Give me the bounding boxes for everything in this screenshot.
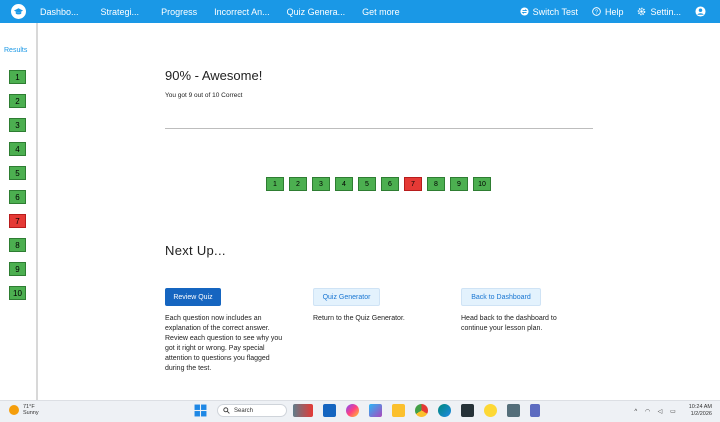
question-button-6[interactable]: 6 <box>381 177 399 191</box>
back-to-dashboard-button[interactable]: Back to Dashboard <box>461 288 541 306</box>
settings-label: Settin... <box>650 6 681 17</box>
question-navigator: 1 2 3 4 5 6 7 8 9 10 <box>266 177 496 191</box>
file-explorer-icon[interactable] <box>392 404 405 417</box>
sidebar-question-2[interactable]: 2 <box>9 94 26 108</box>
tray-icons[interactable]: ^ ◠ ◁ ▭ <box>634 408 678 415</box>
copilot-icon[interactable] <box>346 404 359 417</box>
calculator-icon[interactable] <box>530 404 540 417</box>
system-tray: ^ ◠ ◁ ▭ 10:24 AM 1/2/2026 <box>634 404 712 418</box>
paint-icon[interactable] <box>369 404 382 417</box>
review-quiz-description: Each question now includes an explanatio… <box>165 315 283 372</box>
switch-test-button[interactable]: Switch Test <box>520 7 578 17</box>
search-placeholder: Search <box>234 407 254 414</box>
clock[interactable]: 10:24 AM 1/2/2026 <box>689 404 712 418</box>
question-button-2[interactable]: 2 <box>289 177 307 191</box>
weather-condition: Sunny <box>23 410 39 416</box>
score-title: 90% - Awesome! <box>165 68 263 83</box>
score-subtitle: You got 9 out of 10 Correct <box>165 92 243 99</box>
review-quiz-button[interactable]: Review Quiz <box>165 288 221 306</box>
sidebar-question-10[interactable]: 10 <box>9 286 26 300</box>
task-view-icon[interactable] <box>323 404 336 417</box>
nav-incorrect-answers[interactable]: Incorrect An... <box>214 7 270 17</box>
dashboard-description: Head back to the dashboard to continue y… <box>461 315 557 332</box>
taskbar-search[interactable]: Search <box>217 404 287 417</box>
app-logo-icon[interactable] <box>11 4 26 19</box>
nav-dashboard[interactable]: Dashbo... <box>40 7 79 17</box>
switch-test-label: Switch Test <box>532 6 578 17</box>
sun-icon <box>9 405 19 415</box>
sidebar-title: Results <box>4 47 28 54</box>
user-avatar-icon[interactable] <box>695 6 706 17</box>
sidebar-question-9[interactable]: 9 <box>9 262 26 276</box>
chrome-icon[interactable] <box>415 404 428 417</box>
terminal-icon[interactable] <box>461 404 474 417</box>
help-icon: ? <box>592 7 601 16</box>
divider <box>165 128 593 129</box>
question-button-7[interactable]: 7 <box>404 177 422 191</box>
quiz-generator-description: Return to the Quiz Generator. <box>313 315 405 322</box>
sidebar-question-5[interactable]: 5 <box>9 166 26 180</box>
question-button-3[interactable]: 3 <box>312 177 330 191</box>
sidebar-question-3[interactable]: 3 <box>9 118 26 132</box>
question-button-8[interactable]: 8 <box>427 177 445 191</box>
widgets-icon[interactable] <box>293 404 313 417</box>
question-button-9[interactable]: 9 <box>450 177 468 191</box>
os-taskbar: 71°F Sunny Search ^ ◠ ◁ ▭ 10:24 AM 1/2/2… <box>0 400 720 422</box>
nav-progress[interactable]: Progress <box>161 7 197 17</box>
results-sidebar: Results 1 2 3 4 5 6 7 8 9 10 <box>0 23 38 400</box>
sidebar-question-6[interactable]: 6 <box>9 190 26 204</box>
quiz-generator-button[interactable]: Quiz Generator <box>313 288 380 306</box>
nav-get-more[interactable]: Get more <box>362 7 400 17</box>
gear-icon <box>638 7 646 16</box>
clock-time: 10:24 AM <box>688 404 712 410</box>
edge-icon[interactable] <box>438 404 451 417</box>
question-button-1[interactable]: 1 <box>266 177 284 191</box>
sidebar-question-4[interactable]: 4 <box>9 142 26 156</box>
help-button[interactable]: ? Help <box>592 6 624 17</box>
switch-icon <box>520 7 529 16</box>
camera-icon[interactable] <box>507 404 520 417</box>
norton-icon[interactable] <box>484 404 497 417</box>
sidebar-question-8[interactable]: 8 <box>9 238 26 252</box>
clock-date: 1/2/2026 <box>690 411 712 417</box>
weather-widget[interactable]: 71°F Sunny <box>9 404 39 416</box>
settings-button[interactable]: Settin... <box>637 7 681 17</box>
next-up-heading: Next Up... <box>165 243 226 258</box>
question-button-4[interactable]: 4 <box>335 177 353 191</box>
question-button-5[interactable]: 5 <box>358 177 376 191</box>
search-icon <box>223 407 230 414</box>
windows-start-icon[interactable] <box>194 404 207 417</box>
nav-strategies[interactable]: Strategi... <box>101 7 140 17</box>
sidebar-question-7[interactable]: 7 <box>9 214 26 228</box>
top-navbar: Dashbo... Strategi... Progress Incorrect… <box>0 0 720 23</box>
nav-quiz-generator[interactable]: Quiz Genera... <box>287 7 346 17</box>
sidebar-question-1[interactable]: 1 <box>9 70 26 84</box>
question-button-10[interactable]: 10 <box>473 177 491 191</box>
help-label: Help <box>604 6 624 17</box>
